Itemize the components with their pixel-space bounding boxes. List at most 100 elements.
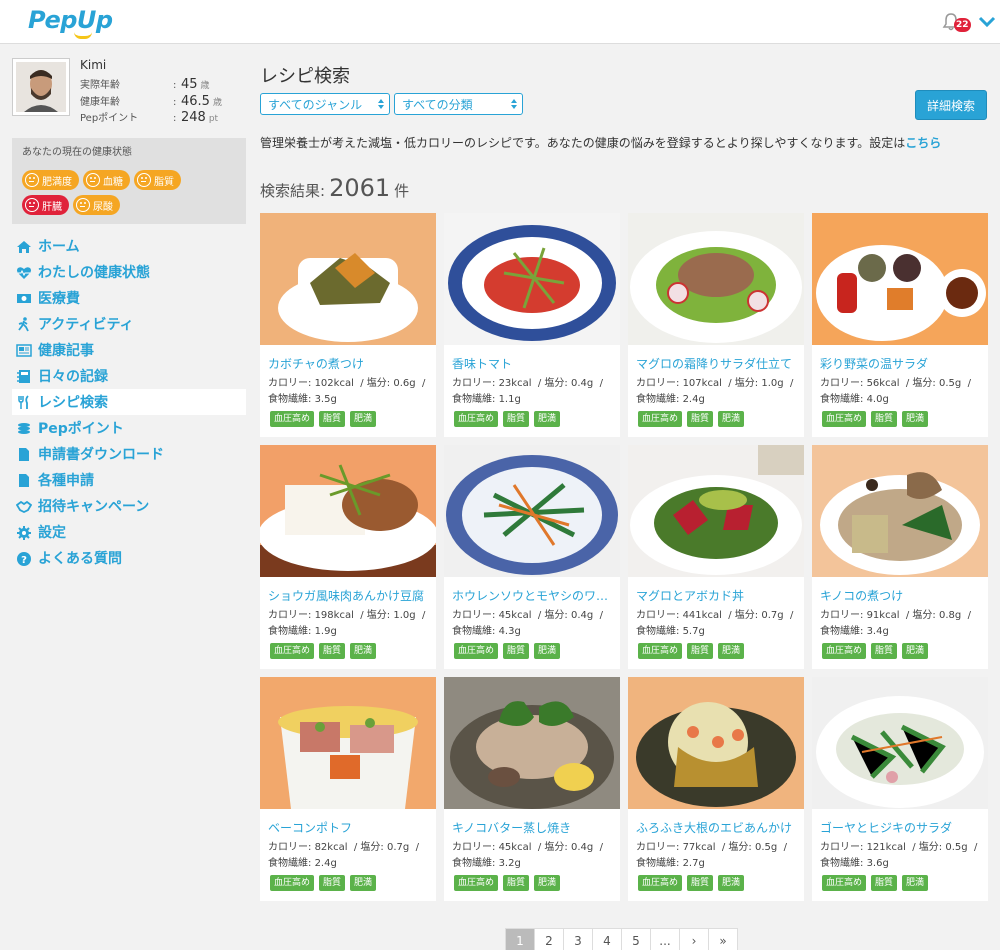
recipe-tag[interactable]: 脂質 [687, 875, 714, 891]
recipe-tag[interactable]: 血圧高め [638, 875, 683, 891]
recipe-tag[interactable]: 脂質 [319, 643, 346, 659]
recipe-tag[interactable]: 肥満 [350, 875, 377, 891]
recipe-card[interactable]: ベーコンポトフ カロリー: 82kcal / 塩分: 0.7g / 食物繊維: 2… [260, 677, 436, 901]
recipe-tag[interactable]: 肥満 [534, 643, 561, 659]
recipe-title[interactable]: 彩り野菜の温サラダ [820, 355, 984, 372]
recipe-title[interactable]: キノコの煮つけ [820, 587, 984, 604]
recipe-tag[interactable]: 血圧高め [638, 643, 683, 659]
recipe-tag[interactable]: 脂質 [319, 875, 346, 891]
recipe-title[interactable]: ショウガ風味肉あんかけ豆腐 [268, 587, 432, 604]
page-button[interactable]: 5 [621, 928, 651, 950]
recipe-card[interactable]: カボチャの煮つけ カロリー: 102kcal / 塩分: 0.6g / 食物繊維:… [260, 213, 436, 437]
recipe-image[interactable] [260, 213, 436, 345]
recipe-tag[interactable]: 脂質 [871, 643, 898, 659]
recipe-tag[interactable]: 血圧高め [454, 643, 499, 659]
health-badge[interactable]: 尿酸 [73, 195, 120, 215]
recipe-title[interactable]: ホウレンソウとモヤシのワ… [452, 587, 616, 604]
sidebar-item-10[interactable]: 各種申請 [12, 467, 246, 493]
recipe-image[interactable] [260, 445, 436, 577]
recipe-tag[interactable]: 肥満 [902, 411, 929, 427]
recipe-image[interactable] [628, 213, 804, 345]
recipe-tag[interactable]: 血圧高め [270, 411, 315, 427]
sidebar-item-9[interactable]: 申請書ダウンロード [12, 441, 246, 467]
recipe-tag[interactable]: 脂質 [871, 875, 898, 891]
recipe-title[interactable]: ふろふき大根のエビあんかけ [636, 819, 800, 836]
recipe-tag[interactable]: 肥満 [902, 875, 929, 891]
recipe-card[interactable]: キノコの煮つけ カロリー: 91kcal / 塩分: 0.8g / 食物繊維: 3… [812, 445, 988, 669]
recipe-tag[interactable]: 肥満 [350, 643, 377, 659]
recipe-tag[interactable]: 肥満 [534, 411, 561, 427]
recipe-tag[interactable]: 血圧高め [270, 875, 315, 891]
sidebar-item-13[interactable]: ? よくある質問 [12, 545, 246, 571]
health-badge[interactable]: 血糖 [83, 170, 130, 190]
recipe-image[interactable] [812, 213, 988, 345]
sidebar-item-7[interactable]: レシピ検索 [12, 389, 246, 415]
page-button[interactable]: 3 [563, 928, 593, 950]
recipe-tag[interactable]: 脂質 [503, 875, 530, 891]
recipe-card[interactable]: 彩り野菜の温サラダ カロリー: 56kcal / 塩分: 0.5g / 食物繊維:… [812, 213, 988, 437]
recipe-image[interactable] [260, 677, 436, 809]
advanced-search-button[interactable]: 詳細検索 [915, 90, 987, 120]
recipe-title[interactable]: マグロの霜降りサラダ仕立て [636, 355, 800, 372]
recipe-tag[interactable]: 脂質 [687, 411, 714, 427]
category-select[interactable]: すべての分類 [394, 93, 523, 115]
recipe-tag[interactable]: 血圧高め [822, 411, 867, 427]
pepup-logo[interactable]: PepUp [28, 6, 113, 39]
health-badge[interactable]: 脂質 [134, 170, 181, 190]
sidebar-item-2[interactable]: わたしの健康状態 [12, 259, 246, 285]
recipe-card[interactable]: ゴーヤとヒジキのサラダ カロリー: 121kcal / 塩分: 0.5g / 食物… [812, 677, 988, 901]
avatar[interactable] [12, 58, 70, 116]
recipe-image[interactable] [444, 677, 620, 809]
sidebar-item-11[interactable]: 招待キャンペーン [12, 493, 246, 519]
recipe-tag[interactable]: 脂質 [503, 411, 530, 427]
recipe-tag[interactable]: 血圧高め [638, 411, 683, 427]
recipe-tag[interactable]: 脂質 [503, 643, 530, 659]
recipe-tag[interactable]: 血圧高め [822, 643, 867, 659]
recipe-tag[interactable]: 脂質 [319, 411, 346, 427]
recipe-image[interactable] [444, 213, 620, 345]
page-button[interactable]: » [708, 928, 738, 950]
page-button[interactable]: ... [650, 928, 680, 950]
recipe-tag[interactable]: 肥満 [718, 411, 745, 427]
sidebar-item-5[interactable]: 健康記事 [12, 337, 246, 363]
recipe-card[interactable]: 香味トマト カロリー: 23kcal / 塩分: 0.4g / 食物繊維: 1.1… [444, 213, 620, 437]
recipe-image[interactable] [628, 445, 804, 577]
recipe-title[interactable]: マグロとアボカド丼 [636, 587, 800, 604]
recipe-title[interactable]: カボチャの煮つけ [268, 355, 432, 372]
recipe-title[interactable]: 香味トマト [452, 355, 616, 372]
recipe-card[interactable]: マグロとアボカド丼 カロリー: 441kcal / 塩分: 0.7g / 食物繊維… [628, 445, 804, 669]
recipe-tag[interactable]: 肥満 [718, 643, 745, 659]
recipe-image[interactable] [812, 445, 988, 577]
recipe-card[interactable]: ホウレンソウとモヤシのワ… カロリー: 45kcal / 塩分: 0.4g / 食… [444, 445, 620, 669]
recipe-card[interactable]: キノコバター蒸し焼き カロリー: 45kcal / 塩分: 0.4g / 食物繊維… [444, 677, 620, 901]
page-button[interactable]: 4 [592, 928, 622, 950]
recipe-image[interactable] [628, 677, 804, 809]
settings-link[interactable]: こちら [905, 136, 941, 150]
recipe-tag[interactable]: 血圧高め [454, 411, 499, 427]
sidebar-item-12[interactable]: 設定 [12, 519, 246, 545]
sidebar-item-1[interactable]: ホーム [12, 233, 246, 259]
page-button[interactable]: › [679, 928, 709, 950]
sidebar-item-6[interactable]: 日々の記録 [12, 363, 246, 389]
recipe-tag[interactable]: 肥満 [902, 643, 929, 659]
recipe-title[interactable]: ベーコンポトフ [268, 819, 432, 836]
health-badge[interactable]: 肥満度 [22, 170, 79, 190]
genre-select[interactable]: すべてのジャンル [260, 93, 390, 115]
recipe-image[interactable] [812, 677, 988, 809]
recipe-tag[interactable]: 肥満 [534, 875, 561, 891]
recipe-card[interactable]: マグロの霜降りサラダ仕立て カロリー: 107kcal / 塩分: 1.0g / … [628, 213, 804, 437]
recipe-title[interactable]: キノコバター蒸し焼き [452, 819, 616, 836]
page-button[interactable]: 2 [534, 928, 564, 950]
recipe-tag[interactable]: 血圧高め [270, 643, 315, 659]
recipe-card[interactable]: ショウガ風味肉あんかけ豆腐 カロリー: 198kcal / 塩分: 1.0g / … [260, 445, 436, 669]
recipe-tag[interactable]: 肥満 [350, 411, 377, 427]
recipe-tag[interactable]: 血圧高め [454, 875, 499, 891]
recipe-card[interactable]: ふろふき大根のエビあんかけ カロリー: 77kcal / 塩分: 0.5g / 食… [628, 677, 804, 901]
recipe-tag[interactable]: 血圧高め [822, 875, 867, 891]
health-badge[interactable]: 肝臓 [22, 195, 69, 215]
recipe-tag[interactable]: 脂質 [871, 411, 898, 427]
recipe-tag[interactable]: 肥満 [718, 875, 745, 891]
recipe-title[interactable]: ゴーヤとヒジキのサラダ [820, 819, 984, 836]
sidebar-item-4[interactable]: アクティビティ [12, 311, 246, 337]
recipe-tag[interactable]: 脂質 [687, 643, 714, 659]
